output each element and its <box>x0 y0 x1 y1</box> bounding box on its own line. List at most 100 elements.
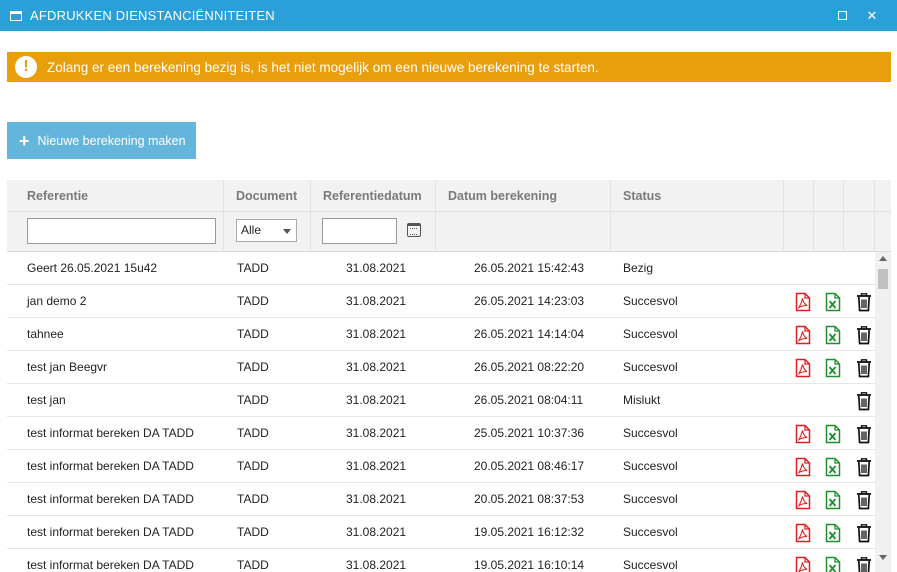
table-row[interactable]: test informat bereken DA TADD TADD 31.08.2… <box>7 549 875 572</box>
pdf-icon[interactable] <box>795 490 811 510</box>
cell-reference: test informat bereken DA TADD <box>27 525 194 539</box>
cell-document: TADD <box>237 459 269 473</box>
excel-icon[interactable] <box>825 325 841 345</box>
cell-reference: jan demo 2 <box>27 294 87 308</box>
cell-status: Succesvol <box>623 525 678 539</box>
pdf-icon[interactable] <box>795 523 811 543</box>
scroll-up-icon[interactable] <box>879 256 887 261</box>
cell-document: TADD <box>237 360 269 374</box>
cell-reference-date: 31.08.2021 <box>346 525 407 539</box>
table-row[interactable]: test informat bereken DA TADD TADD 31.08.2… <box>7 417 875 450</box>
cell-reference-date: 31.08.2021 <box>346 492 407 506</box>
new-calculation-button[interactable]: + Nieuwe berekening maken <box>7 122 196 159</box>
warning-banner: ! Zolang er een berekening bezig is, is … <box>7 52 891 82</box>
filter-cell-status <box>611 212 784 252</box>
cell-reference: tahnee <box>27 327 64 341</box>
table-body: Geert 26.05.2021 15u42 TADD 31.08.2021 26.0… <box>7 252 875 572</box>
excel-icon[interactable] <box>825 292 841 312</box>
pdf-icon[interactable] <box>795 556 811 572</box>
cell-document: TADD <box>237 426 269 440</box>
cell-status: Succesvol <box>623 492 678 506</box>
trash-icon[interactable] <box>856 556 872 572</box>
column-header-calculation-date[interactable]: Datum berekening <box>436 180 611 212</box>
maximize-button[interactable] <box>827 0 857 31</box>
cell-calculation-date: 25.05.2021 10:37:36 <box>474 426 585 440</box>
filter-row: Alle <box>7 212 891 252</box>
plus-icon: + <box>19 130 30 151</box>
cell-status: Succesvol <box>623 360 678 374</box>
document-filter-select[interactable]: Alle <box>236 219 297 242</box>
cell-status: Mislukt <box>623 393 661 407</box>
cell-document: TADD <box>237 393 269 407</box>
trash-icon[interactable] <box>856 490 872 510</box>
filter-cell-document: Alle <box>224 212 311 252</box>
table-row[interactable]: Geert 26.05.2021 15u42 TADD 31.08.2021 26.0… <box>7 252 875 285</box>
cell-status: Succesvol <box>623 327 678 341</box>
cell-status: Succesvol <box>623 294 678 308</box>
cell-calculation-date: 19.05.2021 16:12:32 <box>474 525 585 539</box>
scroll-down-icon[interactable] <box>879 555 887 560</box>
column-header-xls <box>814 180 844 212</box>
pdf-icon[interactable] <box>795 325 811 345</box>
trash-icon[interactable] <box>856 523 872 543</box>
trash-icon[interactable] <box>856 391 872 411</box>
chevron-down-icon <box>283 229 291 234</box>
cell-reference-date: 31.08.2021 <box>346 261 407 275</box>
trash-icon[interactable] <box>856 325 872 345</box>
cell-reference: test informat bereken DA TADD <box>27 459 194 473</box>
trash-icon[interactable] <box>856 358 872 378</box>
cell-status: Bezig <box>623 261 654 275</box>
cell-calculation-date: 26.05.2021 14:23:03 <box>474 294 585 308</box>
window-icon <box>10 10 22 21</box>
cell-status: Succesvol <box>623 459 678 473</box>
cell-calculation-date: 26.05.2021 15:42:43 <box>474 261 585 275</box>
scroll-thumb[interactable] <box>878 269 888 289</box>
excel-icon[interactable] <box>825 358 841 378</box>
excel-icon[interactable] <box>825 424 841 444</box>
pdf-icon[interactable] <box>795 292 811 312</box>
cell-calculation-date: 19.05.2021 16:10:14 <box>474 558 585 572</box>
cell-calculation-date: 26.05.2021 08:22:20 <box>474 360 585 374</box>
cell-reference: test informat bereken DA TADD <box>27 492 194 506</box>
trash-icon[interactable] <box>856 292 872 312</box>
cell-reference: test informat bereken DA TADD <box>27 426 194 440</box>
table-row[interactable]: test informat bereken DA TADD TADD 31.08.2… <box>7 483 875 516</box>
table-header: Referentie Document Referentiedatum Datu… <box>7 180 891 212</box>
cell-calculation-date: 20.05.2021 08:37:53 <box>474 492 585 506</box>
excel-icon[interactable] <box>825 457 841 477</box>
column-header-reference[interactable]: Referentie <box>7 180 224 212</box>
pdf-icon[interactable] <box>795 424 811 444</box>
column-header-reference-date[interactable]: Referentiedatum <box>311 180 436 212</box>
close-button[interactable]: ✕ <box>857 0 887 31</box>
excel-icon[interactable] <box>825 523 841 543</box>
reference-filter-input[interactable] <box>27 218 216 244</box>
table-row[interactable]: test informat bereken DA TADD TADD 31.08.2… <box>7 516 875 549</box>
table-row[interactable]: jan demo 2 TADD 31.08.2021 26.05.2021 14:23… <box>7 285 875 318</box>
cell-reference-date: 31.08.2021 <box>346 294 407 308</box>
pdf-icon[interactable] <box>795 457 811 477</box>
calendar-icon[interactable] <box>407 223 421 237</box>
vertical-scrollbar[interactable] <box>875 252 891 572</box>
excel-icon[interactable] <box>825 556 841 572</box>
cell-status: Succesvol <box>623 426 678 440</box>
cell-reference-date: 31.08.2021 <box>346 360 407 374</box>
cell-reference-date: 31.08.2021 <box>346 459 407 473</box>
pdf-icon[interactable] <box>795 358 811 378</box>
filter-cell-pdf <box>784 212 814 252</box>
cell-calculation-date: 20.05.2021 08:46:17 <box>474 459 585 473</box>
table-row[interactable]: tahnee TADD 31.08.2021 26.05.2021 14:14:04 S… <box>7 318 875 351</box>
filter-cell-xls <box>814 212 844 252</box>
filter-cell-calculation-date <box>436 212 611 252</box>
column-header-document[interactable]: Document <box>224 180 311 212</box>
document-filter-value: Alle <box>241 223 262 237</box>
trash-icon[interactable] <box>856 457 872 477</box>
cell-reference-date: 31.08.2021 <box>346 393 407 407</box>
trash-icon[interactable] <box>856 424 872 444</box>
table-row[interactable]: test jan TADD 31.08.2021 26.05.2021 08:04:1… <box>7 384 875 417</box>
table-row[interactable]: test informat bereken DA TADD TADD 31.08.2… <box>7 450 875 483</box>
reference-date-filter-input[interactable] <box>322 218 397 244</box>
table-row[interactable]: test jan Beegvr TADD 31.08.2021 26.05.2021 … <box>7 351 875 384</box>
column-header-status[interactable]: Status <box>611 180 784 212</box>
cell-reference: Geert 26.05.2021 15u42 <box>27 261 158 275</box>
excel-icon[interactable] <box>825 490 841 510</box>
